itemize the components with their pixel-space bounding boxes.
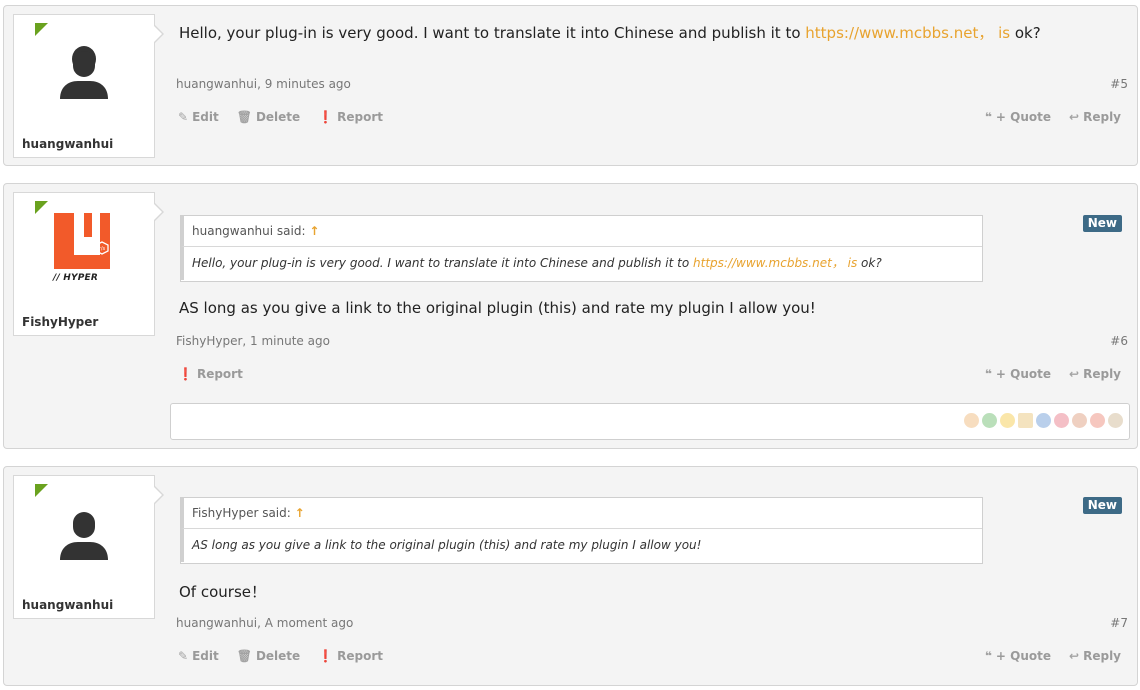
message-body: Of course！ bbox=[179, 583, 266, 601]
message-text: Hello, your plug-in is very good. I want… bbox=[179, 24, 806, 42]
message-body: Hello, your plug-in is very good. I want… bbox=[179, 22, 1041, 43]
funny-reaction-icon[interactable] bbox=[1000, 413, 1015, 428]
pencil-icon: ✎ bbox=[178, 649, 189, 663]
quote-header: huangwanhui said: ↑ bbox=[181, 216, 982, 247]
reaction-bar bbox=[170, 403, 1130, 440]
pencil-icon: ✎ bbox=[178, 110, 189, 124]
optimistic-reaction-icon[interactable] bbox=[1108, 413, 1123, 428]
trash-icon: 🗑 bbox=[236, 649, 252, 663]
hyper-logo-avatar[interactable]: r/s // HYPER bbox=[50, 209, 120, 287]
quote-header: FishyHyper said: ↑ bbox=[181, 498, 982, 529]
default-avatar-icon[interactable] bbox=[52, 41, 116, 105]
post-number[interactable]: #6 bbox=[1110, 334, 1128, 348]
quote-body: Hello, your plug-in is very good. I want… bbox=[181, 247, 982, 280]
delete-button[interactable]: 🗑 Delete bbox=[237, 110, 300, 124]
like-reaction-icon[interactable] bbox=[964, 413, 979, 428]
winner-reaction-icon[interactable] bbox=[1018, 413, 1033, 428]
post-meta[interactable]: huangwanhui, A moment ago bbox=[176, 616, 353, 630]
post-5: huangwanhui Hello, your plug-in is very … bbox=[3, 5, 1138, 166]
love-reaction-icon[interactable] bbox=[1054, 413, 1069, 428]
online-indicator-icon bbox=[35, 484, 48, 497]
reply-button[interactable]: ↩ Reply bbox=[1069, 110, 1121, 124]
reply-icon: ↩ bbox=[1069, 367, 1080, 381]
message-link[interactable]: https://www.mcbbs.net， is bbox=[805, 24, 1010, 42]
new-badge: New bbox=[1082, 497, 1122, 514]
quote-author: FishyHyper said: bbox=[192, 506, 291, 520]
post-actions-right: ❝ + Quote ↩ Reply bbox=[985, 110, 1121, 124]
quote-jump-arrow-icon[interactable]: ↑ bbox=[309, 224, 319, 238]
quote-jump-arrow-icon[interactable]: ↑ bbox=[295, 506, 305, 520]
post-actions-left: ❗ Report bbox=[178, 367, 243, 381]
online-indicator-icon bbox=[35, 201, 48, 214]
delete-button[interactable]: 🗑 Delete bbox=[237, 649, 300, 663]
reaction-icons bbox=[964, 413, 1123, 428]
post-actions-left: ✎ Edit 🗑 Delete ❗ Report bbox=[178, 110, 383, 124]
online-indicator-icon bbox=[35, 23, 48, 36]
quote-button[interactable]: ❝ + Quote bbox=[985, 110, 1051, 124]
username[interactable]: huangwanhui bbox=[22, 598, 113, 612]
quote-button[interactable]: ❝ + Quote bbox=[985, 649, 1051, 663]
post-actions-right: ❝ + Quote ↩ Reply bbox=[985, 649, 1121, 663]
user-card: huangwanhui bbox=[13, 14, 164, 158]
reply-button[interactable]: ↩ Reply bbox=[1069, 367, 1121, 381]
report-button[interactable]: ❗ Report bbox=[318, 649, 383, 663]
post-actions-left: ✎ Edit 🗑 Delete ❗ Report bbox=[178, 649, 383, 663]
alert-icon: ❗ bbox=[178, 367, 193, 381]
reply-button[interactable]: ↩ Reply bbox=[1069, 649, 1121, 663]
useful-reaction-icon[interactable] bbox=[1072, 413, 1087, 428]
quote-block: huangwanhui said: ↑ Hello, your plug-in … bbox=[180, 215, 983, 282]
quote-author: huangwanhui said: bbox=[192, 224, 306, 238]
username[interactable]: huangwanhui bbox=[22, 137, 113, 151]
svg-text:r/s: r/s bbox=[99, 246, 106, 252]
post-number[interactable]: #7 bbox=[1110, 616, 1128, 630]
post-meta[interactable]: FishyHyper, 1 minute ago bbox=[176, 334, 330, 348]
edit-button[interactable]: ✎ Edit bbox=[178, 110, 219, 124]
quote-icon: ❝ bbox=[984, 367, 992, 381]
hyper-logo-text: // HYPER bbox=[53, 273, 99, 283]
reply-icon: ↩ bbox=[1069, 110, 1080, 124]
quote-icon: ❝ bbox=[984, 649, 992, 663]
message-text-end: ok? bbox=[1010, 24, 1041, 42]
report-button[interactable]: ❗ Report bbox=[318, 110, 383, 124]
post-6: r/s // HYPER FishyHyper New huangwanhui … bbox=[3, 183, 1138, 449]
post-actions-right: ❝ + Quote ↩ Reply bbox=[985, 367, 1121, 381]
new-badge: New bbox=[1082, 215, 1122, 232]
quote-body: AS long as you give a link to the origin… bbox=[181, 529, 982, 562]
alert-icon: ❗ bbox=[318, 110, 334, 124]
trash-icon: 🗑 bbox=[236, 110, 252, 124]
edit-button[interactable]: ✎ Edit bbox=[178, 649, 219, 663]
quote-link[interactable]: https://www.mcbbs.net， is bbox=[693, 256, 857, 270]
post-meta[interactable]: huangwanhui, 9 minutes ago bbox=[176, 77, 351, 91]
reply-icon: ↩ bbox=[1069, 649, 1080, 663]
agree-reaction-icon[interactable] bbox=[982, 413, 997, 428]
message-body: AS long as you give a link to the origin… bbox=[179, 299, 816, 317]
report-button[interactable]: ❗ Report bbox=[178, 367, 243, 381]
quote-icon: ❝ bbox=[984, 110, 992, 124]
alert-icon: ❗ bbox=[318, 649, 334, 663]
quote-block: FishyHyper said: ↑ AS long as you give a… bbox=[180, 497, 983, 564]
post-number[interactable]: #5 bbox=[1110, 77, 1128, 91]
creative-reaction-icon[interactable] bbox=[1090, 413, 1105, 428]
quote-button[interactable]: ❝ + Quote bbox=[985, 367, 1051, 381]
info-reaction-icon[interactable] bbox=[1036, 413, 1051, 428]
user-card: r/s // HYPER FishyHyper bbox=[13, 192, 164, 336]
post-7: huangwanhui New FishyHyper said: ↑ AS lo… bbox=[3, 466, 1138, 686]
username[interactable]: FishyHyper bbox=[22, 315, 98, 329]
default-avatar-icon[interactable] bbox=[52, 502, 116, 566]
user-card: huangwanhui bbox=[13, 475, 164, 619]
